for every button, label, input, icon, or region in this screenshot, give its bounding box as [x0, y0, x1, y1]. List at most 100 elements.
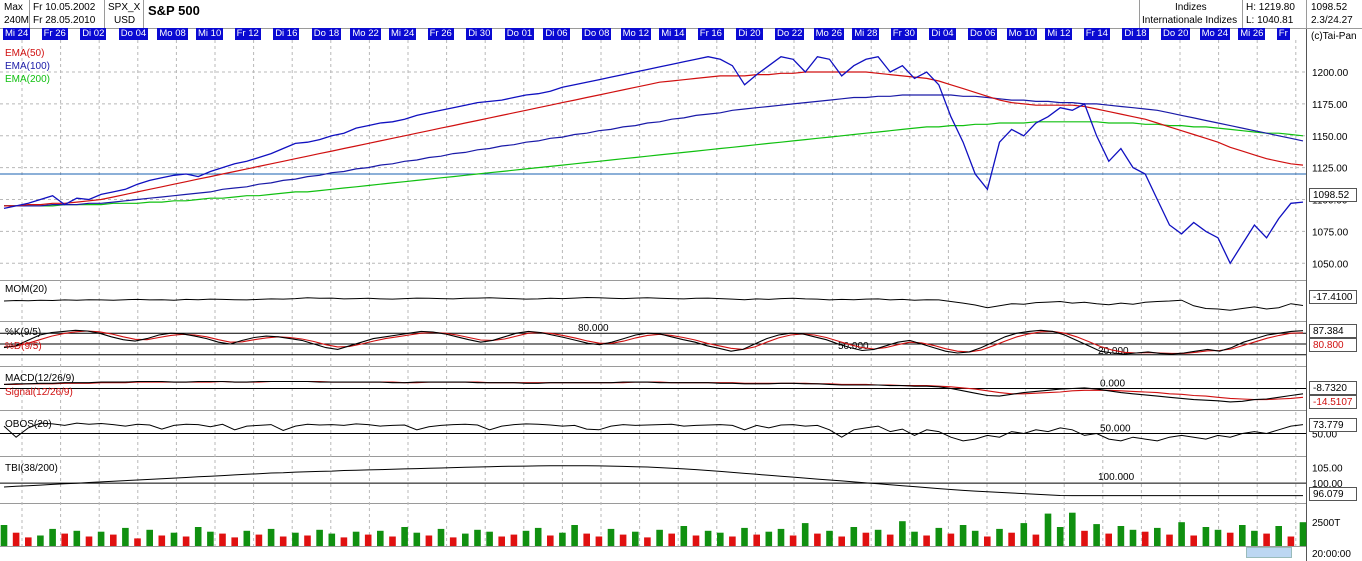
volume-bar — [316, 529, 323, 546]
date-axis-label: Di 02 — [80, 28, 107, 40]
date-axis-label: Fr — [1276, 28, 1290, 40]
date-axis-label: Mo 12 — [620, 28, 651, 40]
volume-bar — [571, 525, 578, 546]
volume-bar — [389, 536, 396, 546]
date-axis-label: Fr 30 — [890, 28, 917, 40]
volume-bar — [971, 530, 979, 546]
date-axis-label: Do 08 — [582, 28, 612, 40]
volume-bar — [522, 530, 530, 546]
volume-bar — [874, 529, 882, 546]
volume-bar — [292, 532, 299, 546]
date-axis-label: Fr 26 — [427, 28, 454, 40]
volume-bar — [1202, 527, 1210, 546]
date-axis-label: Mi 24 — [389, 28, 417, 40]
volume-bar — [37, 535, 44, 546]
currency-label: USD — [114, 15, 136, 26]
date-from: Fr 10.05.2002 — [33, 2, 96, 13]
date-axis-label: Mi 12 — [1045, 28, 1073, 40]
volume-bar — [947, 533, 955, 546]
date-axis-label: Do 04 — [118, 28, 149, 40]
date-to: Fr 28.05.2010 — [33, 15, 96, 26]
volume-bar — [267, 528, 275, 546]
volume-bar — [619, 534, 627, 546]
volume-bar — [474, 529, 481, 546]
volume-bar — [607, 528, 615, 546]
date-axis-label: Mi 28 — [852, 28, 880, 40]
volume-bar — [1239, 525, 1246, 546]
volume-bar — [559, 532, 566, 546]
volume-bar — [899, 521, 906, 546]
scroll-handle[interactable] — [1246, 547, 1292, 558]
d-panel-label: %D(9/5) — [5, 341, 42, 352]
volume-axis-tick-label: 2500T — [1312, 518, 1340, 529]
date-axis-label: Di 18 — [1122, 28, 1149, 40]
volume-bar — [741, 527, 748, 546]
volume-bar — [122, 527, 129, 546]
volume-bar — [1178, 522, 1185, 546]
header-separator — [1306, 0, 1307, 28]
date-axis-label: Fr 12 — [234, 28, 261, 40]
date-axis-label: Do 22 — [775, 28, 805, 40]
date-axis-label: Mo 10 — [1006, 28, 1037, 40]
volume-bar — [437, 528, 445, 546]
volume-bar — [1044, 513, 1052, 546]
mom-series-line — [3, 296, 1304, 311]
volume-bar — [61, 533, 68, 546]
obos-level-label: 50.000 — [1100, 424, 1131, 435]
header-separator — [104, 0, 105, 28]
mom-panel-label: MOM(20) — [5, 284, 47, 295]
volume-bar — [1105, 533, 1112, 546]
date-axis-label: Do 01 — [504, 28, 535, 40]
volume-bar — [704, 530, 712, 546]
volume-bar — [717, 532, 724, 546]
macd-last-value-box: -8.7320 — [1309, 381, 1357, 395]
date-axis-label: Do 18 — [311, 28, 342, 40]
volume-bar — [0, 525, 8, 546]
date-axis-label: Mo 24 — [1199, 28, 1230, 40]
date-axis-label: Fr 16 — [697, 28, 724, 40]
volume-bar — [352, 531, 360, 546]
ema50-legend-label: EMA(50) — [5, 48, 44, 59]
volume-bar — [680, 526, 688, 546]
category-label: Indizes — [1175, 2, 1207, 13]
volume-bar — [826, 530, 833, 546]
volume-bar — [449, 537, 457, 546]
volume-bar — [377, 530, 384, 546]
volume-bar — [255, 534, 263, 546]
stochastic-level-80-label: 80.000 — [578, 323, 609, 334]
volume-bar — [1251, 530, 1258, 546]
volume-bar — [97, 531, 105, 546]
volume-bar — [1166, 534, 1173, 546]
volume-bar — [644, 537, 651, 546]
interval-label[interactable]: 240M — [4, 14, 29, 27]
volume-bar — [73, 530, 81, 546]
volume-bar — [1056, 527, 1064, 546]
volume-bar — [134, 538, 141, 546]
period-label[interactable]: Max — [4, 1, 23, 14]
volume-bar — [1020, 523, 1028, 546]
volume-bar — [1069, 512, 1076, 546]
volume-bar — [85, 536, 93, 546]
date-axis-label: Di 04 — [929, 28, 956, 40]
volume-bar — [777, 528, 785, 546]
date-axis-label: Mo 22 — [350, 28, 381, 40]
chart-canvas: 1050.001075.001100.001125.001150.001175.… — [0, 28, 1362, 561]
ema100-legend-label: EMA(100) — [5, 61, 50, 72]
volume-bar — [194, 527, 202, 546]
date-axis-label: Di 20 — [736, 28, 763, 40]
volume-bar — [583, 533, 590, 546]
volume-bar — [207, 531, 214, 546]
high-value: H: 1219.80 — [1246, 2, 1295, 13]
chart-header: Max 240M Fr 10.05.2002 Fr 28.05.2010 SPX… — [0, 0, 1362, 28]
volume-bar — [146, 529, 153, 546]
price-axis-tick-label: 1175.00 — [1312, 100, 1348, 111]
signal-panel-label: Signal(12/26/9) — [5, 387, 73, 398]
volume-bar — [1154, 527, 1161, 546]
volume-bar — [413, 532, 421, 546]
date-axis-label: Fr 14 — [1083, 28, 1110, 40]
ema200-legend-label: EMA(200) — [5, 74, 50, 85]
obos-last-value-box: 73.779 — [1309, 418, 1357, 432]
date-axis-label: Mi 26 — [1238, 28, 1266, 40]
volume-bar — [279, 536, 287, 546]
date-axis-label: Di 06 — [543, 28, 570, 40]
